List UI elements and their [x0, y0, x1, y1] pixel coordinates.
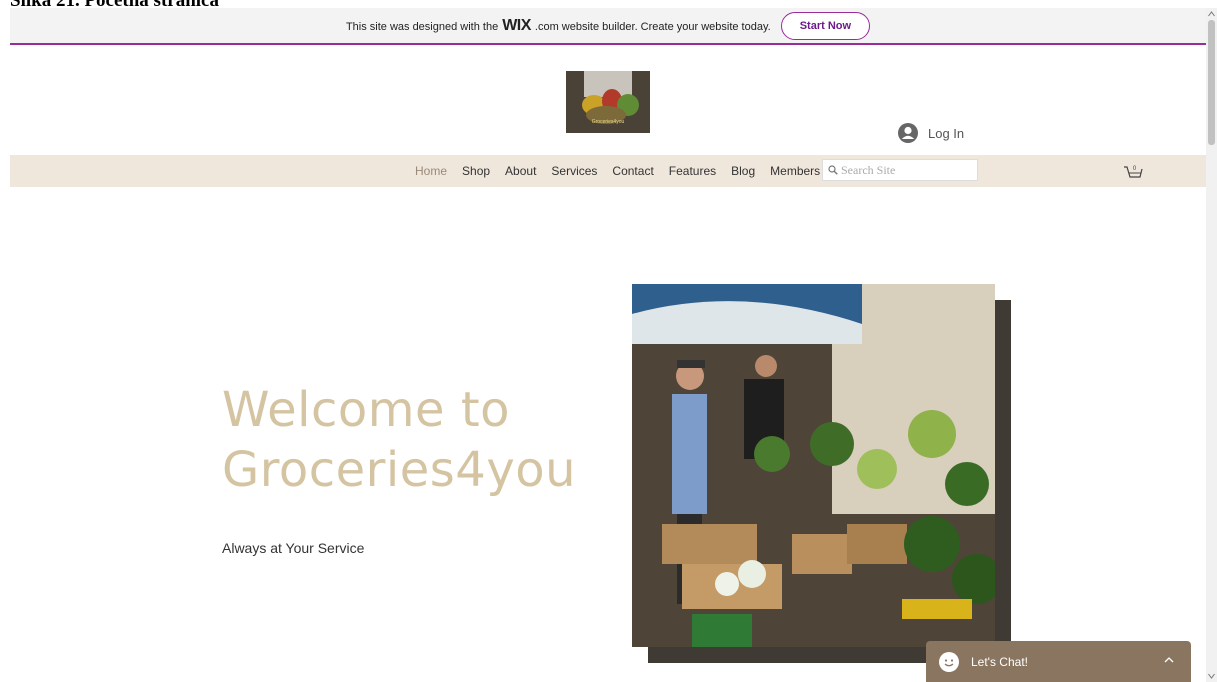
banner-text-after: .com website builder. Create your websit… — [534, 20, 771, 33]
login-link[interactable]: Log In — [898, 123, 964, 143]
hero-title-line2: Groceries4you — [222, 442, 577, 498]
site-logo-image: Groceries4you — [566, 71, 650, 133]
banner-text-before: This site was designed with the — [345, 20, 499, 33]
cart-count: 0 — [1133, 166, 1137, 172]
avatar-icon — [898, 123, 918, 143]
vertical-scrollbar[interactable] — [1206, 8, 1217, 682]
wix-logo: WIX — [502, 16, 531, 34]
start-now-button[interactable]: Start Now — [780, 11, 871, 40]
chat-smiley-icon — [939, 651, 959, 672]
chevron-up-icon[interactable] — [1163, 654, 1175, 666]
nav-item-members[interactable]: Members — [770, 164, 820, 178]
market-photo — [632, 284, 995, 647]
search-icon — [828, 165, 838, 175]
nav-item-home[interactable]: Home — [415, 164, 447, 178]
nav-item-services[interactable]: Services — [551, 164, 597, 178]
main-navigation: Home Shop About Services Contact Feature… — [10, 155, 1206, 187]
scroll-up-arrow-icon[interactable] — [1208, 10, 1215, 18]
market-photo-image — [632, 284, 995, 647]
search-input[interactable] — [841, 161, 971, 179]
hero-title: Welcome to Groceries4you — [222, 380, 622, 500]
hero-title-line1: Welcome to — [222, 382, 511, 438]
site-logo[interactable]: Groceries4you — [566, 71, 650, 133]
nav-item-features[interactable]: Features — [669, 164, 716, 178]
nav-item-blog[interactable]: Blog — [731, 164, 755, 178]
website-page: This site was designed with the WIX .com … — [10, 8, 1206, 682]
chat-label: Let's Chat! — [971, 654, 1028, 669]
nav-item-shop[interactable]: Shop — [462, 164, 490, 178]
cart-icon[interactable]: 0 — [1122, 160, 1144, 182]
scrollbar-thumb[interactable] — [1208, 20, 1215, 145]
chat-widget[interactable]: Let's Chat! — [926, 641, 1191, 682]
nav-item-contact[interactable]: Contact — [612, 164, 653, 178]
hero-subtitle: Always at Your Service — [222, 540, 365, 556]
logo-lettering: Groceries4you — [592, 119, 625, 125]
login-label: Log In — [928, 125, 965, 141]
wix-promo-banner: This site was designed with the WIX .com … — [10, 8, 1206, 45]
scroll-down-arrow-icon[interactable] — [1208, 672, 1215, 680]
nav-item-about[interactable]: About — [505, 164, 536, 178]
search-box — [822, 159, 978, 181]
